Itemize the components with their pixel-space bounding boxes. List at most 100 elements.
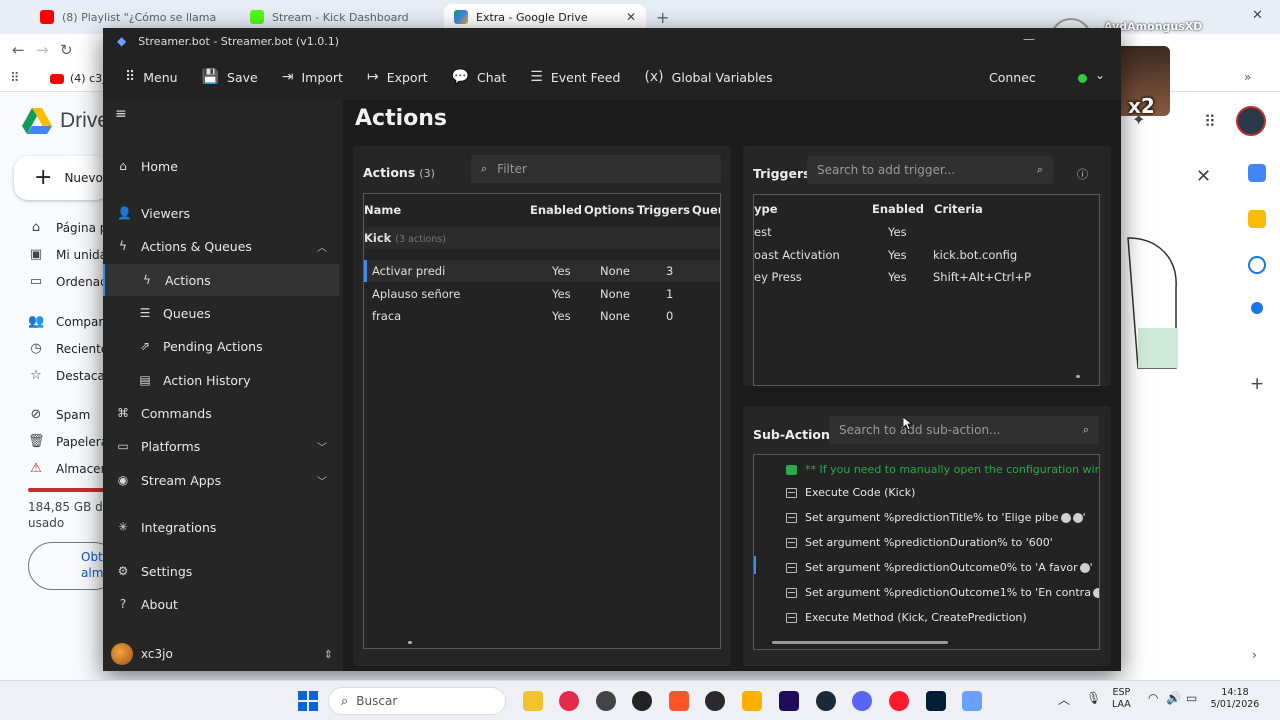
tray-expand-icon[interactable]: ︿ [1058, 691, 1070, 708]
obs-icon[interactable] [596, 691, 616, 711]
trigger-type[interactable]: ey Press [754, 270, 802, 284]
drive-logo[interactable]: Drive [22, 108, 109, 134]
sidebar-item-settings[interactable]: ⚙ Settings [103, 555, 339, 587]
actions-filter[interactable]: ⌕ [471, 155, 721, 183]
trigger-type[interactable]: oast Activation [754, 248, 840, 262]
more-bookmarks-icon[interactable]: » [1244, 70, 1251, 84]
add-addon-icon[interactable]: + [1250, 374, 1264, 394]
premiere-icon[interactable] [779, 691, 799, 711]
subaction-row[interactable]: Execute Code (Kick) [786, 486, 915, 499]
file-explorer-icon[interactable] [523, 691, 543, 711]
browser-tab-kick[interactable]: Stream - Kick Dashboard [240, 4, 440, 30]
global-variables-button[interactable]: (x) Global Variables [632, 54, 784, 100]
sidebar-item-actions[interactable]: ϟ Actions [103, 264, 339, 296]
tasks-icon[interactable] [1248, 256, 1266, 274]
clock[interactable]: 14:18 5/01/2026 [1210, 687, 1260, 712]
col-name[interactable]: Name [364, 203, 401, 217]
photoshop-icon[interactable] [926, 691, 946, 711]
sidebar-item-actions-queues[interactable]: ϟ Actions & Queues ︿ [103, 230, 339, 262]
close-icon[interactable]: ✕ [1196, 166, 1211, 187]
drive-nav-spam[interactable]: ⊘ Spam [28, 407, 91, 422]
col-type[interactable]: ype [754, 202, 778, 216]
col-options[interactable]: Options [584, 203, 634, 217]
app-icon[interactable] [632, 691, 652, 711]
drive-nav-my-drive[interactable]: ▣ Mi unida [28, 247, 107, 262]
drive-nav-starred[interactable]: ☆ Destaca [28, 368, 105, 383]
streamerbot-taskbar-icon[interactable] [962, 691, 982, 711]
new-button[interactable]: + Nuevo [14, 156, 110, 200]
sidebar-item-viewers[interactable]: 👤 Viewers [103, 197, 339, 229]
keep-icon[interactable] [1248, 210, 1266, 228]
volume-icon[interactable]: 🔊 [1166, 691, 1181, 705]
sidebar-item-home[interactable]: ⌂ Home [103, 150, 339, 182]
battery-icon[interactable]: ▭ [1186, 691, 1197, 705]
close-window-icon[interactable]: ✕ [1252, 8, 1263, 23]
drive-nav-storage[interactable]: ⚠ Almacen [28, 461, 108, 476]
sidebar-item-stream-apps[interactable]: ◉ Stream Apps ﹀ [103, 464, 339, 496]
browser-tab-youtube[interactable]: (8) Playlist "¿Cómo se llama esta [30, 4, 230, 30]
col-queue[interactable]: Queu [692, 203, 720, 217]
chevron-right-icon[interactable]: › [1252, 648, 1257, 662]
sidebar-item-pending-actions[interactable]: ⇗ Pending Actions [103, 330, 339, 362]
contacts-icon[interactable] [1251, 302, 1263, 314]
apps-grid-icon[interactable]: ⠿ [1204, 112, 1216, 131]
forward-icon[interactable]: → [36, 41, 49, 59]
actions-filter-input[interactable] [497, 162, 721, 176]
sidebar-item-integrations[interactable]: ✳ Integrations [103, 511, 339, 543]
chevron-down-icon[interactable]: ⌄ [1095, 68, 1105, 82]
connection-status[interactable]: Connec [989, 70, 1036, 85]
drive-nav-home[interactable]: ⌂ Página p [28, 220, 108, 235]
sidebar-item-commands[interactable]: ⌘ Commands [103, 397, 339, 429]
col-enabled[interactable]: Enabled [872, 202, 924, 216]
trigger-type[interactable]: est [754, 225, 772, 239]
save-button[interactable]: 💾 Save [190, 54, 270, 100]
windows-start-icon[interactable] [298, 691, 318, 711]
subaction-search-input[interactable] [839, 423, 1083, 437]
subaction-row[interactable]: Execute Method (Kick, CreatePrediction) [786, 611, 1027, 624]
drive-nav-computers[interactable]: ▭ Ordenad [28, 274, 108, 289]
taskbar-search[interactable]: ⌕ Buscar [328, 687, 506, 715]
brave-browser-icon[interactable] [669, 691, 689, 711]
drive-nav-shared[interactable]: 👥 Compart [28, 314, 108, 329]
info-icon[interactable]: ⓘ [1077, 166, 1088, 182]
menu-button[interactable]: ⠿ Menu [113, 54, 190, 100]
discord-icon[interactable] [852, 691, 872, 711]
user-account[interactable]: xc3jo ⇕ [111, 640, 333, 668]
subaction-comment[interactable]: ** If you need to manually open the conf… [786, 463, 1099, 476]
apps-grid-icon[interactable]: ⠿ [10, 71, 20, 86]
hamburger-icon[interactable]: ≡ [115, 106, 127, 122]
drive-nav-trash[interactable]: 🗑 Papelera [28, 434, 108, 449]
action-name[interactable]: Aplauso señore [372, 287, 460, 301]
opera-icon[interactable] [889, 691, 909, 711]
sidebar-item-platforms[interactable]: ▭ Platforms ﹀ [103, 430, 339, 462]
subaction-row[interactable]: Set argument %predictionDuration% to '60… [786, 536, 1053, 549]
reload-icon[interactable]: ↻ [60, 41, 73, 59]
subaction-row[interactable]: Set argument %predictionOutcome0% to 'A … [786, 561, 1093, 574]
col-criteria[interactable]: Criteria [934, 202, 983, 216]
language-indicator[interactable]: ESP LAA [1112, 687, 1131, 712]
sidebar-item-action-history[interactable]: ▤ Action History [103, 364, 339, 396]
chat-button[interactable]: 💬 Chat [440, 54, 519, 100]
sidebar-item-queues[interactable]: ☰ Queues [103, 297, 339, 329]
action-name[interactable]: fraca [372, 309, 401, 323]
close-tab-icon[interactable]: ✕ [626, 10, 636, 24]
trigger-search[interactable]: ⌕ [807, 156, 1053, 184]
event-feed-button[interactable]: ☰ Event Feed [518, 54, 632, 100]
calendar-icon[interactable] [1248, 164, 1266, 182]
steam-icon[interactable] [816, 691, 836, 711]
action-name[interactable]: Activar predi [372, 264, 445, 278]
scrollbar[interactable] [1076, 375, 1080, 378]
account-avatar[interactable] [1236, 106, 1266, 136]
col-enabled[interactable]: Enabled [530, 203, 582, 217]
subaction-row[interactable]: Set argument %predictionTitle% to 'Elige… [786, 511, 1086, 524]
horizontal-scrollbar[interactable] [772, 641, 948, 644]
subaction-row[interactable]: Set argument %predictionOutcome1% to 'En… [786, 586, 1099, 599]
export-button[interactable]: ↦ Export [355, 54, 440, 100]
media-player-icon[interactable] [559, 691, 579, 711]
import-button[interactable]: ⇥ Import [270, 54, 355, 100]
back-icon[interactable]: ← [12, 41, 25, 59]
subaction-search[interactable]: ⌕ [829, 416, 1099, 444]
new-tab-icon[interactable]: + [656, 8, 669, 27]
sidebar-item-about[interactable]: ? About [103, 588, 339, 620]
browser-tab-drive[interactable]: Extra - Google Drive ✕ [444, 4, 646, 30]
